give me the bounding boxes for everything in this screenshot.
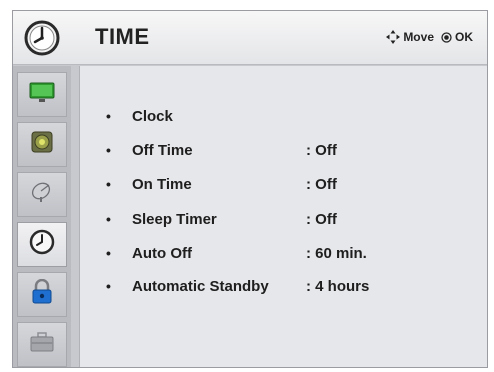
menu-item-clock[interactable]: • Clock [80, 106, 480, 130]
move-arrows-icon [386, 30, 401, 44]
category-sidebar [13, 66, 71, 367]
satellite-dish-icon [29, 179, 55, 210]
sidebar-item-option[interactable] [17, 322, 67, 367]
bullet: • [106, 108, 111, 124]
menu-item-on-time[interactable]: • On Time : Off [80, 174, 480, 198]
sidebar-item-picture[interactable] [17, 72, 67, 117]
bullet: • [106, 245, 111, 261]
lock-icon [30, 278, 54, 310]
menu-item-value: : Off [306, 211, 337, 228]
bullet: • [106, 142, 111, 158]
menu-item-automatic-standby[interactable]: • Automatic Standby : 4 hours [80, 276, 480, 300]
menu-item-auto-off[interactable]: • Auto Off : 60 min. [80, 243, 480, 267]
sidebar-item-lock[interactable] [17, 272, 67, 317]
bullet: • [106, 278, 111, 294]
bullet: • [106, 211, 111, 227]
navigation-hint: Move OK [386, 30, 473, 44]
audio-icon [29, 129, 55, 160]
page-title: TIME [95, 24, 150, 49]
menu-item-label: On Time [132, 176, 192, 193]
menu-item-value: : Off [306, 142, 337, 159]
time-settings-window: TIME Move OK • Clock • Off Time: Off • … [12, 10, 488, 368]
menu-header: TIME Move OK [13, 11, 487, 65]
clock-icon [29, 229, 55, 260]
menu-item-value: : Off [306, 176, 337, 193]
toolbox-icon [29, 331, 55, 358]
ok-hint-label: OK [455, 30, 473, 44]
menu-item-value: : 4 hours [306, 278, 370, 295]
time-menu-list: • Clock • Off Time : Off • On Time : Off… [79, 66, 487, 367]
move-hint-label: Move [403, 30, 434, 44]
menu-item-off-time[interactable]: • Off Time : Off [80, 140, 480, 164]
menu-item-label: Auto Off [132, 245, 192, 262]
menu-item-value: : 60 min. [306, 245, 367, 262]
menu-item-sleep-timer[interactable]: • Sleep Timer : Off [80, 209, 480, 233]
picture-icon [28, 80, 56, 109]
sidebar-item-time[interactable] [17, 222, 67, 267]
sidebar-item-audio[interactable] [17, 122, 67, 167]
menu-item-label: Off Time [132, 142, 193, 159]
menu-item-label: Automatic Standby [132, 278, 269, 295]
menu-item-label: Sleep Timer [132, 211, 217, 228]
ok-button-icon [441, 31, 452, 43]
menu-item-label: Clock [132, 108, 173, 125]
sidebar-item-channel[interactable] [17, 172, 67, 217]
clock-icon [24, 20, 60, 56]
bullet: • [106, 176, 111, 192]
